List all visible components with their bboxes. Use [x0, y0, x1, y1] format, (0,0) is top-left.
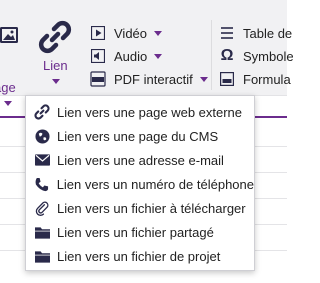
menu-item-label: Lien vers une page du CMS: [57, 128, 219, 144]
audio-label: Audio: [114, 48, 148, 64]
link-button-label: Lien: [43, 58, 68, 73]
image-icon: [0, 25, 20, 50]
form-label: Formula: [243, 71, 291, 87]
menu-item-cms-page[interactable]: Lien vers une page du CMS: [26, 124, 254, 148]
chevron-down-icon: [154, 30, 163, 36]
globe-icon: [34, 128, 50, 144]
chevron-down-icon: [4, 101, 12, 106]
table-label: Table de: [243, 25, 293, 41]
form-button[interactable]: Formula: [219, 68, 291, 90]
form-icon: [219, 71, 235, 87]
interactive-pdf-button[interactable]: PDF interactif: [90, 68, 208, 90]
audio-icon: [90, 48, 106, 64]
link-icon: [34, 104, 50, 120]
link-dropdown-menu: Lien vers une page web externe Lien vers…: [25, 95, 255, 271]
video-button[interactable]: Vidéo: [90, 22, 163, 44]
image-button-label: age: [0, 80, 16, 95]
menu-item-label: Lien vers un fichier de projet: [57, 248, 221, 264]
menu-item-label: Lien vers une page web externe: [57, 104, 243, 120]
menu-item-phone[interactable]: Lien vers un numéro de téléphone: [26, 172, 254, 196]
symbol-button[interactable]: Ω Symbole: [219, 45, 294, 67]
omega-icon: Ω: [220, 47, 234, 64]
table-icon: [219, 25, 235, 41]
pdf-label: PDF interactif: [114, 71, 193, 87]
ribbon-separator: [211, 20, 212, 90]
menu-item-project-file[interactable]: Lien vers un fichier de projet: [26, 244, 254, 268]
table-button[interactable]: Table de: [219, 22, 292, 44]
menu-item-external-link[interactable]: Lien vers une page web externe: [26, 100, 254, 124]
video-icon: [90, 25, 106, 41]
menu-item-download-file[interactable]: Lien vers un fichier à télécharger: [26, 196, 254, 220]
link-icon: [38, 20, 72, 59]
paperclip-icon: [34, 200, 50, 216]
symbol-label: Symbole: [243, 48, 294, 64]
video-label: Vidéo: [114, 25, 148, 41]
envelope-icon: [34, 152, 50, 168]
menu-item-label: Lien vers un fichier à télécharger: [57, 200, 246, 216]
pdf-icon: [90, 71, 106, 87]
menu-item-email[interactable]: Lien vers une adresse e-mail: [26, 148, 254, 172]
menu-item-label: Lien vers une adresse e-mail: [57, 152, 224, 168]
menu-item-label: Lien vers un fichier partagé: [57, 224, 214, 240]
chevron-down-icon: [199, 76, 208, 82]
image-button[interactable]: age: [0, 22, 24, 106]
link-button[interactable]: Lien: [32, 18, 80, 98]
audio-button[interactable]: Audio: [90, 45, 163, 67]
phone-icon: [34, 176, 50, 192]
folder-icon: [34, 248, 50, 264]
chevron-down-icon: [52, 79, 60, 84]
menu-item-label: Lien vers un numéro de téléphone: [56, 176, 254, 192]
folder-icon: [34, 224, 50, 240]
menu-item-shared-file[interactable]: Lien vers un fichier partagé: [26, 220, 254, 244]
chevron-down-icon: [154, 53, 163, 59]
